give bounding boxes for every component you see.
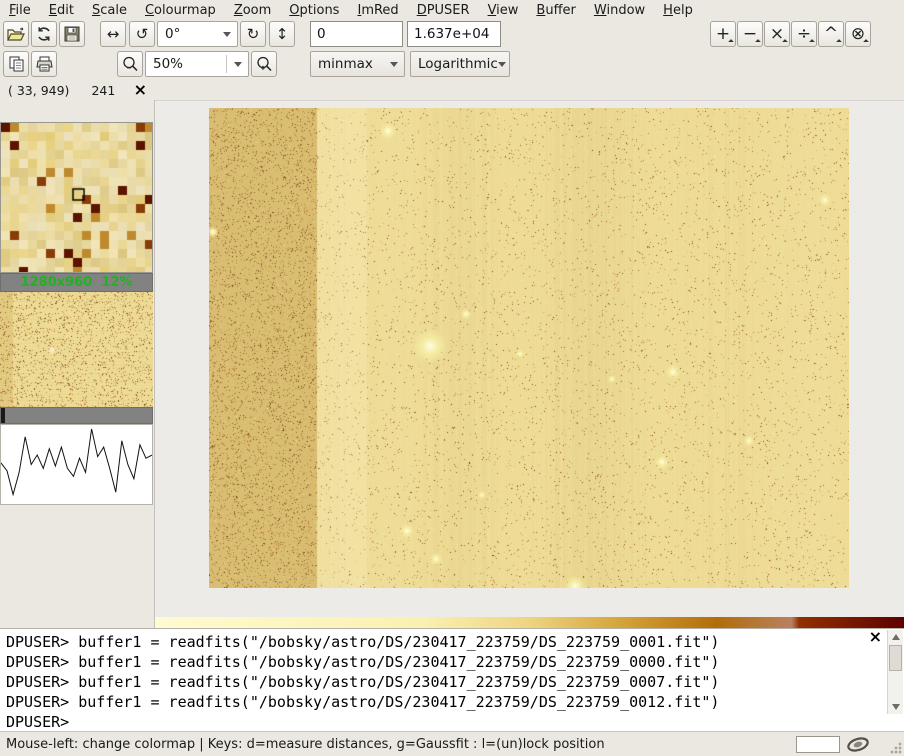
menu-window[interactable]: Window	[585, 2, 654, 19]
mpe-logo-icon	[846, 735, 870, 754]
chevron-down-icon	[234, 61, 242, 67]
scroll-up-icon[interactable]	[888, 630, 904, 644]
resize-grip[interactable]	[890, 742, 902, 754]
console-scrollbar[interactable]	[887, 630, 903, 714]
zoom-level-value: 50%	[153, 56, 184, 72]
menu-help[interactable]: Help	[654, 2, 702, 19]
combo-divider	[226, 55, 227, 73]
close-console-icon[interactable]: ×	[869, 629, 882, 645]
scale-function-value: Logarithmic	[418, 56, 498, 72]
status-hint-text: Mouse-left: change colormap | Keys: d=me…	[6, 736, 605, 752]
scale-function-select[interactable]: Logarithmic	[410, 51, 510, 77]
rotate-left-button[interactable]: ↺	[129, 21, 155, 47]
math-multiply-button[interactable]: ×	[764, 21, 790, 47]
sidebar: 1280x960 12%	[0, 100, 155, 628]
flip-vertical-button[interactable]: ↕	[269, 21, 295, 47]
zoom-in-icon	[256, 56, 272, 71]
zoom-level-select[interactable]: 50%	[145, 51, 249, 77]
reload-button[interactable]	[31, 21, 57, 47]
image-info-bar: 1280x960 12%	[0, 273, 153, 292]
rotation-angle-value: 0°	[165, 26, 181, 42]
menu-zoom[interactable]: Zoom	[225, 2, 280, 19]
qfitsview-window: File Edit Scale Colourmap Zoom Options I…	[0, 0, 904, 756]
zoom-out-button[interactable]	[117, 51, 143, 77]
status-bar: Mouse-left: change colormap | Keys: d=me…	[0, 731, 904, 756]
menubar: File Edit Scale Colourmap Zoom Options I…	[0, 0, 904, 20]
console-line: DPUSER> buffer1 = readfits("/bobsky/astr…	[6, 673, 720, 691]
reload-icon	[38, 27, 50, 41]
profile-plot-panel	[0, 424, 153, 505]
menu-buffer[interactable]: Buffer	[527, 2, 584, 19]
close-readout-icon[interactable]: ×	[134, 82, 147, 98]
floppy-save-icon	[64, 26, 80, 42]
print-button[interactable]	[31, 51, 57, 77]
flip-horizontal-icon: ↔	[106, 25, 120, 43]
math-divide-button[interactable]: ÷	[791, 21, 817, 47]
menu-colourmap[interactable]: Colourmap	[136, 2, 225, 19]
scale-mode-value: minmax	[318, 56, 373, 72]
menu-view[interactable]: View	[479, 2, 528, 19]
rotation-angle-select[interactable]: 0°	[157, 21, 238, 47]
separator-bar	[0, 407, 153, 424]
menu-file[interactable]: File	[0, 2, 40, 19]
scale-min-input[interactable]	[310, 21, 403, 47]
console-line: DPUSER> buffer1 = readfits("/bobsky/astr…	[6, 653, 720, 671]
math-convolve-button[interactable]: ⊗	[845, 21, 871, 47]
math-add-button[interactable]: +	[710, 21, 736, 47]
chevron-down-icon	[223, 31, 231, 37]
math-power-button[interactable]: ^	[818, 21, 844, 47]
dpuser-console[interactable]: DPUSER> buffer1 = readfits("/bobsky/astr…	[0, 628, 904, 731]
chevron-down-icon	[390, 61, 398, 67]
menu-scale[interactable]: Scale	[83, 2, 136, 19]
chevron-down-icon	[497, 61, 506, 67]
image-display-panel	[155, 100, 904, 629]
copy-icon	[9, 56, 23, 72]
flip-horizontal-button[interactable]: ↔	[100, 21, 126, 47]
separator-tick	[1, 408, 5, 423]
console-line: DPUSER> buffer1 = readfits("/bobsky/astr…	[6, 693, 720, 711]
copy-button[interactable]	[3, 51, 29, 77]
rotate-right-icon: ↻	[246, 25, 260, 43]
scale-max-input[interactable]	[407, 21, 501, 47]
coordinate-readout: ( 33, 949) 241 ×	[0, 80, 155, 100]
menu-options[interactable]: Options	[280, 2, 348, 19]
flip-vertical-icon: ↕	[275, 25, 289, 43]
profile-plot	[1, 425, 152, 504]
scroll-down-icon[interactable]	[888, 700, 904, 714]
open-file-button[interactable]	[3, 21, 29, 47]
fits-image[interactable]	[209, 108, 849, 588]
scale-mode-select[interactable]: minmax	[310, 51, 405, 77]
cursor-position: ( 33, 949)	[8, 82, 70, 98]
menu-imred[interactable]: ImRed	[348, 2, 407, 19]
save-button[interactable]	[59, 21, 85, 47]
rotate-left-icon: ↺	[135, 25, 149, 43]
zoom-out-icon	[122, 56, 138, 71]
thumbnail-panel[interactable]	[0, 292, 153, 407]
pixel-value: 241	[91, 82, 116, 98]
magnifier-panel[interactable]	[0, 122, 153, 273]
image-size-zoom-label: 1280x960 12%	[20, 275, 133, 290]
math-subtract-button[interactable]: −	[737, 21, 763, 47]
image-thumbnail	[0, 292, 153, 407]
scrollbar-thumb[interactable]	[889, 645, 902, 671]
menu-dpuser[interactable]: DPUSER	[408, 2, 479, 19]
zoom-in-button[interactable]	[251, 51, 277, 77]
open-folder-icon	[7, 27, 25, 41]
menu-edit[interactable]: Edit	[40, 2, 83, 19]
status-progress-box	[796, 736, 840, 753]
console-line: DPUSER> buffer1 = readfits("/bobsky/astr…	[6, 633, 720, 651]
magnifier-view	[1, 123, 152, 272]
rotate-right-button[interactable]: ↻	[240, 21, 266, 47]
printer-icon	[35, 56, 53, 72]
console-prompt[interactable]: DPUSER>	[0, 712, 904, 732]
